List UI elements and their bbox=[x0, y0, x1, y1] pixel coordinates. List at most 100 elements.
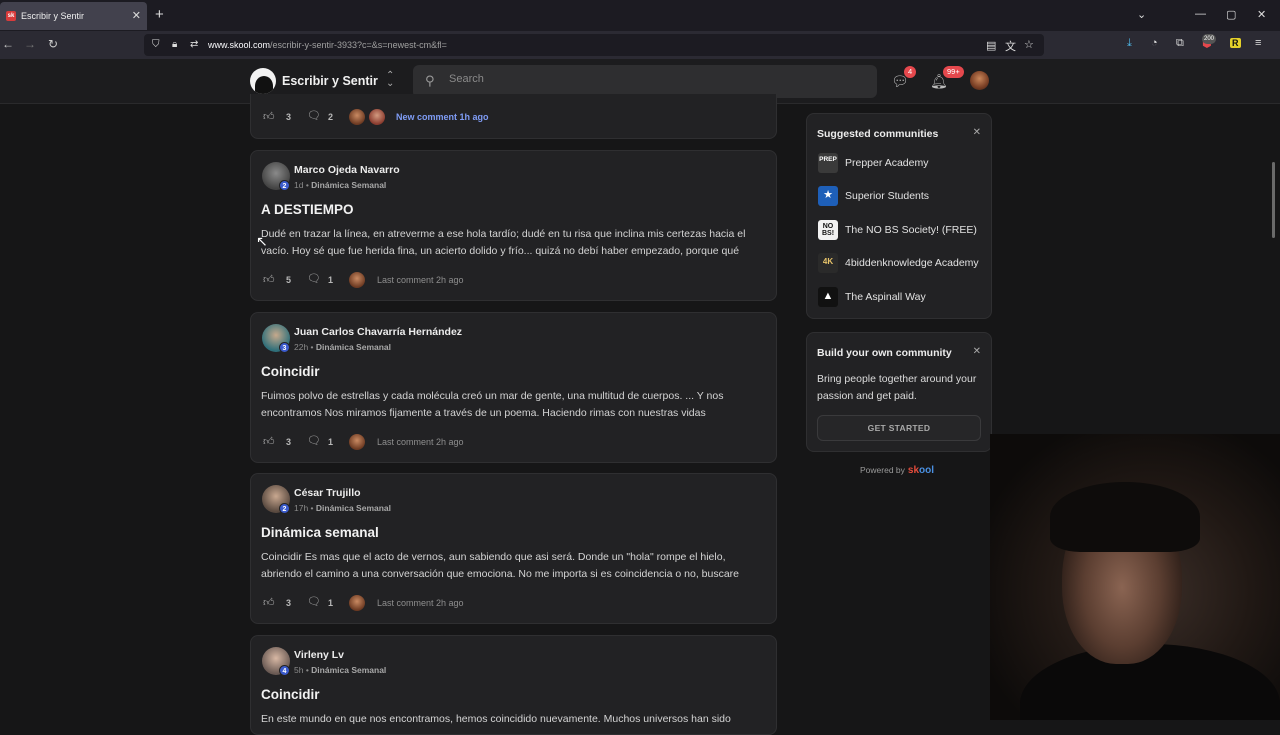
search-icon: ⚲ bbox=[425, 73, 435, 88]
reload-icon[interactable]: ↻ bbox=[48, 37, 58, 51]
extensions-icon[interactable]: ⧉ bbox=[1176, 37, 1184, 50]
mouse-cursor-icon: ↖ bbox=[256, 233, 268, 249]
comment-count: 1 bbox=[328, 598, 334, 608]
like-icon[interactable]: 👍︎ bbox=[263, 596, 275, 609]
community-item-name: The Aspinall Way bbox=[845, 291, 926, 303]
comment-icon[interactable]: 🗨︎ bbox=[307, 109, 321, 122]
close-icon[interactable]: ✕ bbox=[973, 346, 981, 357]
community-name[interactable]: Escribir y Sentir bbox=[282, 74, 378, 88]
author-name[interactable]: César Trujillo bbox=[294, 487, 361, 499]
bookmark-star-icon[interactable]: ☆ bbox=[1024, 38, 1034, 51]
community-logo[interactable] bbox=[250, 68, 276, 94]
like-count: 3 bbox=[286, 598, 292, 608]
post-title[interactable]: Coincidir bbox=[261, 687, 320, 702]
close-tab-icon[interactable]: ✕ bbox=[132, 9, 141, 22]
community-item[interactable]: NO BS! The NO BS Society! (FREE) bbox=[817, 219, 985, 241]
like-icon[interactable]: 👍︎ bbox=[263, 273, 275, 286]
like-icon[interactable]: 👍︎ bbox=[263, 110, 275, 123]
post-meta: 17h • Dinámica Semanal bbox=[294, 503, 392, 513]
commenter-avatar bbox=[369, 109, 385, 125]
browser-tab-bar: sk Escribir y Sentir ✕ + ⌄ — ▢ ✕ bbox=[0, 0, 1280, 31]
notification-badge: 99+ bbox=[943, 66, 964, 78]
comment-count: 2 bbox=[328, 112, 334, 122]
chat-badge: 4 bbox=[904, 66, 917, 78]
post-footer: 👍︎ 5 🗨︎ 1 Last comment 2h ago bbox=[263, 272, 763, 288]
tab-list-chevron-icon[interactable]: ⌄ bbox=[1137, 8, 1146, 21]
post-title[interactable]: A DESTIEMPO bbox=[261, 202, 354, 217]
post-meta: 5h • Dinámica Semanal bbox=[294, 665, 387, 675]
address-bar[interactable]: ⛉ 🔒︎ ⇄ www.skool.com/escribir-y-sentir-3… bbox=[144, 34, 1044, 56]
build-description: Bring people together around your passio… bbox=[817, 373, 977, 402]
author-name[interactable]: Marco Ojeda Navarro bbox=[294, 164, 400, 176]
commenter-avatar bbox=[349, 595, 365, 611]
last-activity: Last comment 2h ago bbox=[377, 275, 464, 285]
comment-count: 1 bbox=[328, 275, 334, 285]
commenter-avatar bbox=[349, 109, 365, 125]
post-title[interactable]: Dinámica semanal bbox=[261, 525, 379, 540]
extension-clock-icon[interactable]: ◔ bbox=[1151, 37, 1158, 49]
post-card[interactable]: 2 César Trujillo 17h • Dinámica Semanal … bbox=[250, 473, 777, 624]
webcam-person-hair bbox=[1050, 482, 1200, 552]
community-item[interactable]: ★ Superior Students bbox=[817, 185, 985, 207]
user-avatar[interactable] bbox=[970, 71, 989, 90]
author-name[interactable]: Juan Carlos Chavarría Hernández bbox=[294, 326, 462, 338]
last-activity: Last comment 2h ago bbox=[377, 437, 464, 447]
build-title: Build your own community bbox=[817, 347, 952, 359]
like-count: 5 bbox=[286, 275, 292, 285]
forward-icon[interactable]: → bbox=[24, 37, 36, 51]
reader-view-icon[interactable]: ▤ bbox=[986, 39, 996, 52]
post-card[interactable]: 4 Virleny Lv 5h • Dinámica Semanal Coinc… bbox=[250, 635, 777, 735]
post-meta: 1d • Dinámica Semanal bbox=[294, 180, 387, 190]
community-item-name: Superior Students bbox=[845, 190, 930, 202]
post-card[interactable]: 👍︎ 3 🗨︎ 2 New comment 1h ago bbox=[250, 94, 777, 139]
comment-icon[interactable]: 🗨︎ bbox=[307, 595, 321, 608]
suggested-title: Suggested communities bbox=[817, 128, 939, 140]
comment-icon[interactable]: 🗨︎ bbox=[307, 434, 321, 447]
browser-nav-bar: ← → ↻ ⛉ 🔒︎ ⇄ www.skool.com/escribir-y-se… bbox=[0, 31, 1280, 59]
translate-icon[interactable]: 文 bbox=[1005, 38, 1016, 54]
maximize-icon[interactable]: ▢ bbox=[1226, 8, 1236, 21]
level-badge: 2 bbox=[279, 180, 290, 191]
community-item[interactable]: PREP Prepper Academy bbox=[817, 152, 985, 174]
post-title[interactable]: Coincidir bbox=[261, 364, 320, 379]
post-card[interactable]: 3 Juan Carlos Chavarría Hernández 22h • … bbox=[250, 312, 777, 463]
minimize-icon[interactable]: — bbox=[1195, 8, 1206, 20]
last-activity: New comment 1h ago bbox=[396, 112, 489, 122]
level-badge: 4 bbox=[279, 665, 290, 676]
post-meta: 22h • Dinámica Semanal bbox=[294, 342, 392, 352]
community-switcher-icon[interactable]: ⌃ ⌄ bbox=[386, 71, 394, 89]
webcam-overlay bbox=[990, 434, 1280, 720]
community-item-name: The NO BS Society! (FREE) bbox=[845, 224, 977, 236]
like-count: 3 bbox=[286, 437, 292, 447]
like-icon[interactable]: 👍︎ bbox=[263, 435, 275, 448]
close-icon[interactable]: ✕ bbox=[973, 127, 981, 138]
community-item[interactable]: ▲ The Aspinall Way bbox=[817, 286, 985, 308]
post-excerpt: Coincidir Es mas que el acto de vernos, … bbox=[261, 551, 740, 580]
page-scrollbar[interactable] bbox=[1272, 162, 1275, 238]
shield-icon[interactable]: ⛉ bbox=[152, 39, 160, 50]
post-excerpt: Dudé en trazar la línea, en atreverme a … bbox=[261, 228, 746, 257]
back-icon[interactable]: ← bbox=[2, 37, 14, 51]
author-name[interactable]: Virleny Lv bbox=[294, 649, 344, 661]
lock-icon[interactable]: 🔒︎ bbox=[172, 39, 177, 50]
comment-count: 1 bbox=[328, 437, 334, 447]
browser-tab[interactable]: sk Escribir y Sentir ✕ bbox=[0, 2, 147, 30]
last-activity: Last comment 2h ago bbox=[377, 598, 464, 608]
aspinall-logo-icon: ▲ bbox=[818, 287, 838, 307]
suggested-communities-panel: Suggested communities ✕ PREP Prepper Aca… bbox=[806, 113, 992, 319]
search-input[interactable] bbox=[449, 73, 849, 85]
powered-by[interactable]: Powered by skool bbox=[860, 465, 934, 476]
new-tab-icon[interactable]: + bbox=[155, 6, 164, 23]
superior-students-logo-icon: ★ bbox=[818, 186, 838, 206]
post-card[interactable]: 2 Marco Ojeda Navarro 1d • Dinámica Sema… bbox=[250, 150, 777, 301]
extension-r-icon[interactable]: R bbox=[1230, 38, 1241, 48]
downloads-icon[interactable]: ⤓ bbox=[1127, 37, 1132, 50]
community-item[interactable]: 4K 4biddenknowledge Academy bbox=[817, 252, 985, 274]
comment-icon[interactable]: 🗨︎ bbox=[307, 272, 321, 285]
menu-icon[interactable]: ≡ bbox=[1255, 37, 1261, 49]
get-started-button[interactable]: GET STARTED bbox=[817, 415, 981, 441]
post-footer: 👍︎ 3 🗨︎ 1 Last comment 2h ago bbox=[263, 434, 763, 450]
close-window-icon[interactable]: ✕ bbox=[1257, 8, 1266, 21]
permissions-icon[interactable]: ⇄ bbox=[190, 39, 198, 50]
prepper-academy-logo-icon: PREP bbox=[818, 153, 838, 173]
